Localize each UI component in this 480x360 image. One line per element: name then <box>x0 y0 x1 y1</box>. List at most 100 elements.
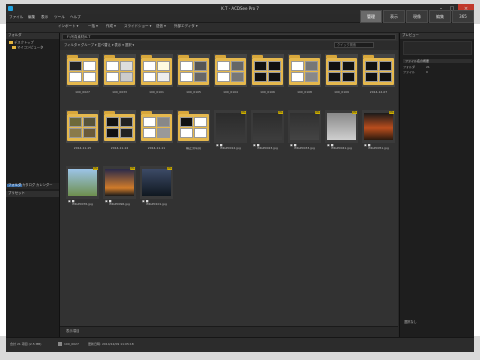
menu-help[interactable]: ヘルプ <box>70 15 81 20</box>
folder-thumbnail[interactable]: 100_0104 <box>214 54 247 99</box>
folder-thumbnail[interactable]: 2014-11-11 <box>140 110 173 155</box>
toolbar-import[interactable]: インポート ▾ <box>58 24 78 29</box>
folder-thumbnail[interactable]: 100_0101 <box>140 54 173 99</box>
toolbar-batch[interactable]: 一括 ▾ <box>88 24 98 29</box>
thumbnail-caption: 100_0108 <box>297 91 312 94</box>
toolbar-slideshow[interactable]: スライドショー ▾ <box>124 24 151 29</box>
folder-icon <box>363 55 394 85</box>
folder-preview-image <box>180 128 193 138</box>
photo-preview <box>142 169 171 196</box>
folder-thumbnail[interactable]: 100_0109 <box>325 54 358 99</box>
location-bar[interactable]: F:\写真素材\K.T <box>62 34 396 40</box>
thumbnail-caption: IMGP0076.jpg <box>72 203 93 206</box>
menu-file[interactable]: ファイル <box>9 15 23 20</box>
menu-edit[interactable]: 編集 <box>28 15 35 20</box>
photo-preview <box>68 169 97 196</box>
folder-preview-image <box>143 117 156 127</box>
folder-preview-image <box>254 61 267 71</box>
thumbnail-caption: 2014-11-11 <box>147 147 166 150</box>
field-file-value: 0 <box>426 70 428 74</box>
photo-preview <box>327 113 356 140</box>
browser-filter-bar: フィルタ ▾ グループ ▾ 並べ替え ▾ 表示 ▾ 選択 ▾ クイック検索 <box>60 41 398 50</box>
folder-preview-image <box>106 72 119 82</box>
folder-icon <box>178 111 209 141</box>
preview-area <box>403 41 472 55</box>
folder-thumbnail[interactable]: 100_0108 <box>288 54 321 99</box>
thumbnail-frame <box>103 110 136 143</box>
file-type-badge: JPG <box>315 111 320 114</box>
folder-preview-image <box>106 128 119 138</box>
photo-preview <box>364 113 393 140</box>
folder-preview-image <box>180 72 193 82</box>
browser-bottom-label: 表示項目 <box>66 329 80 333</box>
file-type-badge: JPG <box>352 111 357 114</box>
toolbar-external-editor[interactable]: 外部エディタ ▾ <box>174 24 198 29</box>
photo-preview <box>105 169 134 196</box>
tab-calendar[interactable]: カレンダー <box>35 183 53 187</box>
image-thumbnail[interactable]: ▣ ■ JPG IMGP0076.jpg <box>66 166 99 211</box>
folder-preview-image <box>83 117 96 127</box>
thumbnail-frame <box>251 54 284 87</box>
thumbnail-caption: IMGP0051.jpg <box>368 147 389 150</box>
thumbnail-frame <box>177 54 210 87</box>
folder-thumbnail[interactable]: 2014-11-14 <box>103 110 136 155</box>
thumbnail-caption: 100_0109 <box>334 91 349 94</box>
folder-preview-image <box>268 61 281 71</box>
mode-edit[interactable]: 編集 <box>429 10 451 23</box>
quick-search-input[interactable]: クイック検索 <box>334 42 374 48</box>
image-thumbnail[interactable]: ▣ ■ JPG IMGP0051.jpg <box>362 110 395 155</box>
image-thumbnail[interactable]: ▣ ■ JPG IMGP0023.jpg <box>251 110 284 155</box>
folder-thumbnail[interactable]: 2014-11-15 <box>66 110 99 155</box>
tree-item-desktop[interactable]: デスクトップ <box>9 41 34 45</box>
thumbnail-frame <box>66 54 99 87</box>
folder-preview-image <box>106 61 119 71</box>
image-thumbnail[interactable]: ▣ ■ JPG IMGP0101.jpg <box>140 166 173 211</box>
folder-preview-image <box>291 72 304 82</box>
folder-preview-image <box>305 61 318 71</box>
image-thumbnail[interactable]: ▣ ■ JPG IMGP0041.jpg <box>325 110 358 155</box>
left-panel-tabs: フォルダ カタログ カレンダー <box>6 183 59 189</box>
status-modified: 更新日時: 2014/12/09 11:05:18 <box>88 342 134 346</box>
mode-view[interactable]: 表示 <box>383 10 405 23</box>
thumbnail-caption: 2014-11-15 <box>73 147 92 150</box>
menu-tools[interactable]: ツール <box>54 15 65 20</box>
folder-preview-image <box>217 72 230 82</box>
field-file-label: ファイル <box>403 70 416 74</box>
image-thumbnail[interactable]: ▣ ■ JPG IMGP0096.jpg <box>103 166 136 211</box>
image-thumbnail[interactable]: ▣ ■ JPG IMGP0012.jpg <box>214 110 247 155</box>
folder-thumbnail[interactable]: 100_0033 <box>103 54 136 99</box>
selection-status: 選択なし <box>404 319 417 324</box>
mode-manage[interactable]: 管理 <box>360 10 382 23</box>
file-browser: F:\写真素材\K.T フィルタ ▾ グループ ▾ 並べ替え ▾ 表示 ▾ 選択… <box>60 33 398 337</box>
folder-status-icon <box>58 342 62 346</box>
thumbnail-frame <box>288 54 321 87</box>
folder-thumbnail[interactable]: 100_0106 <box>251 54 284 99</box>
folder-preview-image <box>194 61 207 71</box>
image-thumbnail[interactable]: ▣ ■ JPG IMGP0033.jpg <box>288 110 321 155</box>
folder-preview-image <box>69 61 82 71</box>
folder-thumbnail[interactable]: 100_0105 <box>177 54 210 99</box>
folder-icon <box>252 55 283 85</box>
thumbnail-frame: JPG <box>251 110 284 143</box>
tab-catalog[interactable]: カタログ <box>21 183 36 187</box>
menu-view[interactable]: 表示 <box>41 15 48 20</box>
tree-item-computer[interactable]: マイコンピュータ <box>12 46 43 50</box>
mode-develop[interactable]: 現像 <box>406 10 428 23</box>
folder-thumbnail[interactable]: 2014-12-07 <box>362 54 395 99</box>
thumbnail-frame <box>140 110 173 143</box>
thumbnail-caption: IMGP0023.jpg <box>257 147 278 150</box>
folder-preview-image <box>254 72 267 82</box>
folder-thumbnail[interactable]: 補正済写真 <box>177 110 210 155</box>
thumbnail-caption: IMGP0012.jpg <box>220 147 241 150</box>
field-folder-value: 21 <box>426 65 430 69</box>
toolbar-send[interactable]: 送信 ▾ <box>156 24 166 29</box>
summary-section-header[interactable]: ファイル名の概要 <box>403 59 472 63</box>
filter-menus[interactable]: フィルタ ▾ グループ ▾ 並べ替え ▾ 表示 ▾ 選択 ▾ <box>64 43 134 47</box>
folder-thumbnail[interactable]: 100_0027 <box>66 54 99 99</box>
folder-icon <box>104 55 135 85</box>
folder-preview-image <box>157 61 170 71</box>
toolbar-create[interactable]: 作成 ▾ <box>106 24 116 29</box>
tab-folders[interactable]: フォルダ <box>7 183 23 188</box>
mode-365[interactable]: 365 <box>452 10 474 23</box>
folder-preview-image <box>342 61 355 71</box>
